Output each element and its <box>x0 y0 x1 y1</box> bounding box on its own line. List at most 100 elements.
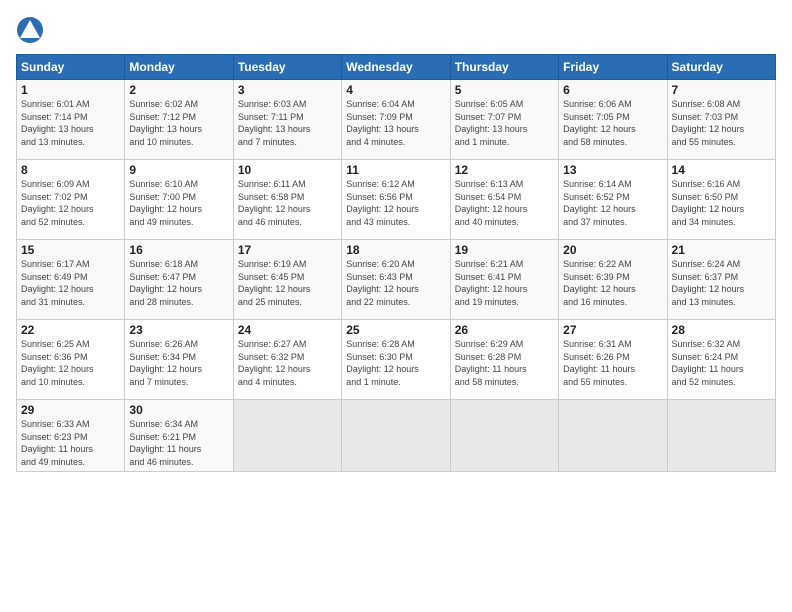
day-info: Sunrise: 6:17 AM Sunset: 6:49 PM Dayligh… <box>21 258 120 308</box>
day-number: 7 <box>672 83 771 97</box>
weekday-saturday: Saturday <box>667 55 775 80</box>
calendar-cell: 18Sunrise: 6:20 AM Sunset: 6:43 PM Dayli… <box>342 240 450 320</box>
logo <box>16 16 48 44</box>
day-number: 13 <box>563 163 662 177</box>
day-info: Sunrise: 6:08 AM Sunset: 7:03 PM Dayligh… <box>672 98 771 148</box>
day-number: 6 <box>563 83 662 97</box>
day-info: Sunrise: 6:24 AM Sunset: 6:37 PM Dayligh… <box>672 258 771 308</box>
calendar-cell <box>233 400 341 472</box>
calendar-cell: 24Sunrise: 6:27 AM Sunset: 6:32 PM Dayli… <box>233 320 341 400</box>
week-row-4: 22Sunrise: 6:25 AM Sunset: 6:36 PM Dayli… <box>17 320 776 400</box>
day-number: 24 <box>238 323 337 337</box>
calendar-cell: 19Sunrise: 6:21 AM Sunset: 6:41 PM Dayli… <box>450 240 558 320</box>
day-info: Sunrise: 6:32 AM Sunset: 6:24 PM Dayligh… <box>672 338 771 388</box>
day-info: Sunrise: 6:13 AM Sunset: 6:54 PM Dayligh… <box>455 178 554 228</box>
calendar-cell: 28Sunrise: 6:32 AM Sunset: 6:24 PM Dayli… <box>667 320 775 400</box>
day-info: Sunrise: 6:28 AM Sunset: 6:30 PM Dayligh… <box>346 338 445 388</box>
calendar-cell: 14Sunrise: 6:16 AM Sunset: 6:50 PM Dayli… <box>667 160 775 240</box>
calendar-cell <box>342 400 450 472</box>
day-number: 11 <box>346 163 445 177</box>
day-number: 3 <box>238 83 337 97</box>
day-info: Sunrise: 6:16 AM Sunset: 6:50 PM Dayligh… <box>672 178 771 228</box>
day-number: 14 <box>672 163 771 177</box>
calendar-cell <box>450 400 558 472</box>
day-info: Sunrise: 6:18 AM Sunset: 6:47 PM Dayligh… <box>129 258 228 308</box>
weekday-wednesday: Wednesday <box>342 55 450 80</box>
calendar-cell: 3Sunrise: 6:03 AM Sunset: 7:11 PM Daylig… <box>233 80 341 160</box>
day-number: 16 <box>129 243 228 257</box>
weekday-thursday: Thursday <box>450 55 558 80</box>
day-info: Sunrise: 6:34 AM Sunset: 6:21 PM Dayligh… <box>129 418 228 468</box>
day-info: Sunrise: 6:01 AM Sunset: 7:14 PM Dayligh… <box>21 98 120 148</box>
day-info: Sunrise: 6:02 AM Sunset: 7:12 PM Dayligh… <box>129 98 228 148</box>
weekday-monday: Monday <box>125 55 233 80</box>
week-row-3: 15Sunrise: 6:17 AM Sunset: 6:49 PM Dayli… <box>17 240 776 320</box>
header <box>16 16 776 44</box>
day-number: 29 <box>21 403 120 417</box>
day-number: 2 <box>129 83 228 97</box>
day-number: 9 <box>129 163 228 177</box>
calendar-cell: 12Sunrise: 6:13 AM Sunset: 6:54 PM Dayli… <box>450 160 558 240</box>
calendar-cell: 8Sunrise: 6:09 AM Sunset: 7:02 PM Daylig… <box>17 160 125 240</box>
calendar-cell: 20Sunrise: 6:22 AM Sunset: 6:39 PM Dayli… <box>559 240 667 320</box>
week-row-5: 29Sunrise: 6:33 AM Sunset: 6:23 PM Dayli… <box>17 400 776 472</box>
day-info: Sunrise: 6:26 AM Sunset: 6:34 PM Dayligh… <box>129 338 228 388</box>
calendar-cell: 6Sunrise: 6:06 AM Sunset: 7:05 PM Daylig… <box>559 80 667 160</box>
day-info: Sunrise: 6:21 AM Sunset: 6:41 PM Dayligh… <box>455 258 554 308</box>
day-number: 22 <box>21 323 120 337</box>
day-info: Sunrise: 6:09 AM Sunset: 7:02 PM Dayligh… <box>21 178 120 228</box>
weekday-sunday: Sunday <box>17 55 125 80</box>
calendar-cell: 16Sunrise: 6:18 AM Sunset: 6:47 PM Dayli… <box>125 240 233 320</box>
day-number: 8 <box>21 163 120 177</box>
calendar-cell: 26Sunrise: 6:29 AM Sunset: 6:28 PM Dayli… <box>450 320 558 400</box>
calendar-cell: 29Sunrise: 6:33 AM Sunset: 6:23 PM Dayli… <box>17 400 125 472</box>
logo-icon <box>16 16 44 44</box>
calendar-cell: 7Sunrise: 6:08 AM Sunset: 7:03 PM Daylig… <box>667 80 775 160</box>
calendar-cell: 2Sunrise: 6:02 AM Sunset: 7:12 PM Daylig… <box>125 80 233 160</box>
day-number: 30 <box>129 403 228 417</box>
calendar-cell: 5Sunrise: 6:05 AM Sunset: 7:07 PM Daylig… <box>450 80 558 160</box>
calendar-cell: 30Sunrise: 6:34 AM Sunset: 6:21 PM Dayli… <box>125 400 233 472</box>
calendar-cell: 1Sunrise: 6:01 AM Sunset: 7:14 PM Daylig… <box>17 80 125 160</box>
day-number: 17 <box>238 243 337 257</box>
calendar-cell: 22Sunrise: 6:25 AM Sunset: 6:36 PM Dayli… <box>17 320 125 400</box>
day-info: Sunrise: 6:19 AM Sunset: 6:45 PM Dayligh… <box>238 258 337 308</box>
day-info: Sunrise: 6:10 AM Sunset: 7:00 PM Dayligh… <box>129 178 228 228</box>
week-row-2: 8Sunrise: 6:09 AM Sunset: 7:02 PM Daylig… <box>17 160 776 240</box>
calendar-cell: 23Sunrise: 6:26 AM Sunset: 6:34 PM Dayli… <box>125 320 233 400</box>
weekday-friday: Friday <box>559 55 667 80</box>
day-info: Sunrise: 6:27 AM Sunset: 6:32 PM Dayligh… <box>238 338 337 388</box>
day-number: 20 <box>563 243 662 257</box>
day-number: 26 <box>455 323 554 337</box>
day-info: Sunrise: 6:33 AM Sunset: 6:23 PM Dayligh… <box>21 418 120 468</box>
day-number: 27 <box>563 323 662 337</box>
calendar-container: SundayMondayTuesdayWednesdayThursdayFrid… <box>0 0 792 480</box>
calendar-cell: 15Sunrise: 6:17 AM Sunset: 6:49 PM Dayli… <box>17 240 125 320</box>
day-info: Sunrise: 6:14 AM Sunset: 6:52 PM Dayligh… <box>563 178 662 228</box>
calendar-cell: 9Sunrise: 6:10 AM Sunset: 7:00 PM Daylig… <box>125 160 233 240</box>
day-number: 28 <box>672 323 771 337</box>
day-number: 5 <box>455 83 554 97</box>
day-info: Sunrise: 6:25 AM Sunset: 6:36 PM Dayligh… <box>21 338 120 388</box>
week-row-1: 1Sunrise: 6:01 AM Sunset: 7:14 PM Daylig… <box>17 80 776 160</box>
day-info: Sunrise: 6:12 AM Sunset: 6:56 PM Dayligh… <box>346 178 445 228</box>
day-info: Sunrise: 6:29 AM Sunset: 6:28 PM Dayligh… <box>455 338 554 388</box>
calendar-cell: 11Sunrise: 6:12 AM Sunset: 6:56 PM Dayli… <box>342 160 450 240</box>
calendar-cell: 27Sunrise: 6:31 AM Sunset: 6:26 PM Dayli… <box>559 320 667 400</box>
calendar-cell: 21Sunrise: 6:24 AM Sunset: 6:37 PM Dayli… <box>667 240 775 320</box>
day-info: Sunrise: 6:20 AM Sunset: 6:43 PM Dayligh… <box>346 258 445 308</box>
calendar-cell <box>559 400 667 472</box>
day-number: 23 <box>129 323 228 337</box>
day-info: Sunrise: 6:11 AM Sunset: 6:58 PM Dayligh… <box>238 178 337 228</box>
day-info: Sunrise: 6:04 AM Sunset: 7:09 PM Dayligh… <box>346 98 445 148</box>
day-number: 12 <box>455 163 554 177</box>
calendar-cell: 10Sunrise: 6:11 AM Sunset: 6:58 PM Dayli… <box>233 160 341 240</box>
calendar-body: 1Sunrise: 6:01 AM Sunset: 7:14 PM Daylig… <box>17 80 776 472</box>
weekday-header-row: SundayMondayTuesdayWednesdayThursdayFrid… <box>17 55 776 80</box>
calendar-cell: 25Sunrise: 6:28 AM Sunset: 6:30 PM Dayli… <box>342 320 450 400</box>
day-number: 18 <box>346 243 445 257</box>
day-number: 4 <box>346 83 445 97</box>
day-info: Sunrise: 6:06 AM Sunset: 7:05 PM Dayligh… <box>563 98 662 148</box>
day-info: Sunrise: 6:03 AM Sunset: 7:11 PM Dayligh… <box>238 98 337 148</box>
day-info: Sunrise: 6:31 AM Sunset: 6:26 PM Dayligh… <box>563 338 662 388</box>
